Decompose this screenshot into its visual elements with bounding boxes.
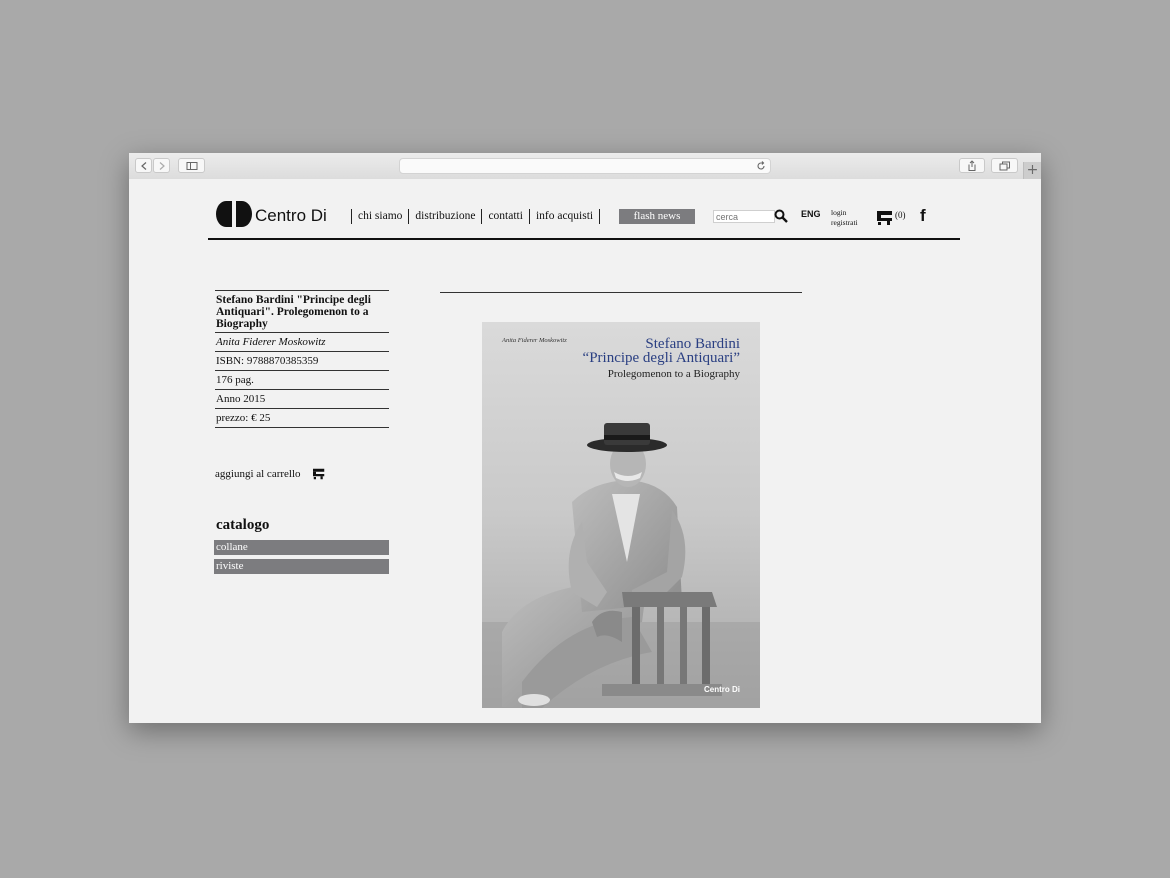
add-to-cart-label: aggiungi al carrello (215, 468, 301, 480)
cover-subtitle: Prolegomenon to a Biography (607, 368, 740, 380)
browser-toolbar: + (129, 153, 1041, 180)
cart-icon[interactable] (877, 210, 893, 226)
facebook-icon[interactable]: f (920, 206, 926, 226)
tabs-button[interactable] (991, 158, 1018, 173)
centro-di-logo-icon (216, 201, 252, 227)
nav-chi-siamo[interactable]: chi siamo (351, 209, 408, 224)
share-icon (968, 160, 976, 171)
chevron-left-icon (140, 161, 146, 170)
forward-button[interactable] (153, 158, 170, 173)
back-button[interactable] (135, 158, 152, 173)
book-price: prezzo: € 25 (215, 409, 389, 428)
reload-icon (757, 161, 765, 170)
nav-info-acquisti[interactable]: info acquisti (528, 209, 601, 224)
nav-distribuzione[interactable]: distribuzione (408, 209, 481, 224)
web-page: Centro Di chi siamo distribuzione contat… (129, 179, 1041, 723)
book-title: Stefano Bardini "Principe degli Antiquar… (215, 290, 389, 333)
header-divider (208, 238, 960, 240)
cover-title-line2: “Principe degli Antiquari” (582, 350, 740, 366)
cover-publisher: Centro Di (704, 685, 740, 694)
account-links: login registrati (831, 208, 858, 228)
address-bar[interactable] (399, 158, 771, 174)
search-icon[interactable] (774, 209, 788, 223)
book-info: Stefano Bardini "Principe degli Antiquar… (215, 290, 389, 428)
cart-icon (312, 468, 324, 480)
site-logo[interactable]: Centro Di (216, 201, 346, 227)
sidebar-icon (186, 161, 197, 170)
add-to-cart-button[interactable]: aggiungi al carrello (215, 468, 325, 480)
sidebar-button[interactable] (178, 158, 205, 173)
book-isbn: ISBN: 9788870385359 (215, 352, 389, 371)
book-cover: Anita Fiderer Moskowitz Stefano Bardini … (482, 322, 760, 708)
search-input[interactable] (713, 210, 775, 223)
catalog-item-riviste[interactable]: riviste (214, 559, 389, 574)
chevron-right-icon (159, 161, 165, 170)
cover-author: Anita Fiderer Moskowitz (502, 337, 567, 344)
main-nav: chi siamo distribuzione contatti info ac… (351, 209, 601, 225)
book-author: Anita Fiderer Moskowitz (215, 333, 389, 352)
flash-news-button[interactable]: flash news (619, 209, 695, 224)
language-switch[interactable]: ENG (801, 209, 821, 219)
book-year: Anno 2015 (215, 390, 389, 409)
cart-count[interactable]: (0) (895, 210, 906, 220)
new-tab-button[interactable]: + (1023, 162, 1041, 179)
catalog-item-collane[interactable]: collane (214, 540, 389, 555)
login-link[interactable]: login (831, 208, 858, 218)
book-pages: 176 pag. (215, 371, 389, 390)
browser-window: + Centro Di chi siamo distribuzione cont… (129, 153, 1041, 723)
nav-contatti[interactable]: contatti (481, 209, 529, 224)
logo-text: Centro Di (255, 206, 327, 225)
register-link[interactable]: registrati (831, 218, 858, 228)
tabs-icon (999, 161, 1010, 170)
content-divider (440, 292, 802, 293)
share-button[interactable] (959, 158, 985, 173)
catalog-heading: catalogo (216, 517, 270, 533)
